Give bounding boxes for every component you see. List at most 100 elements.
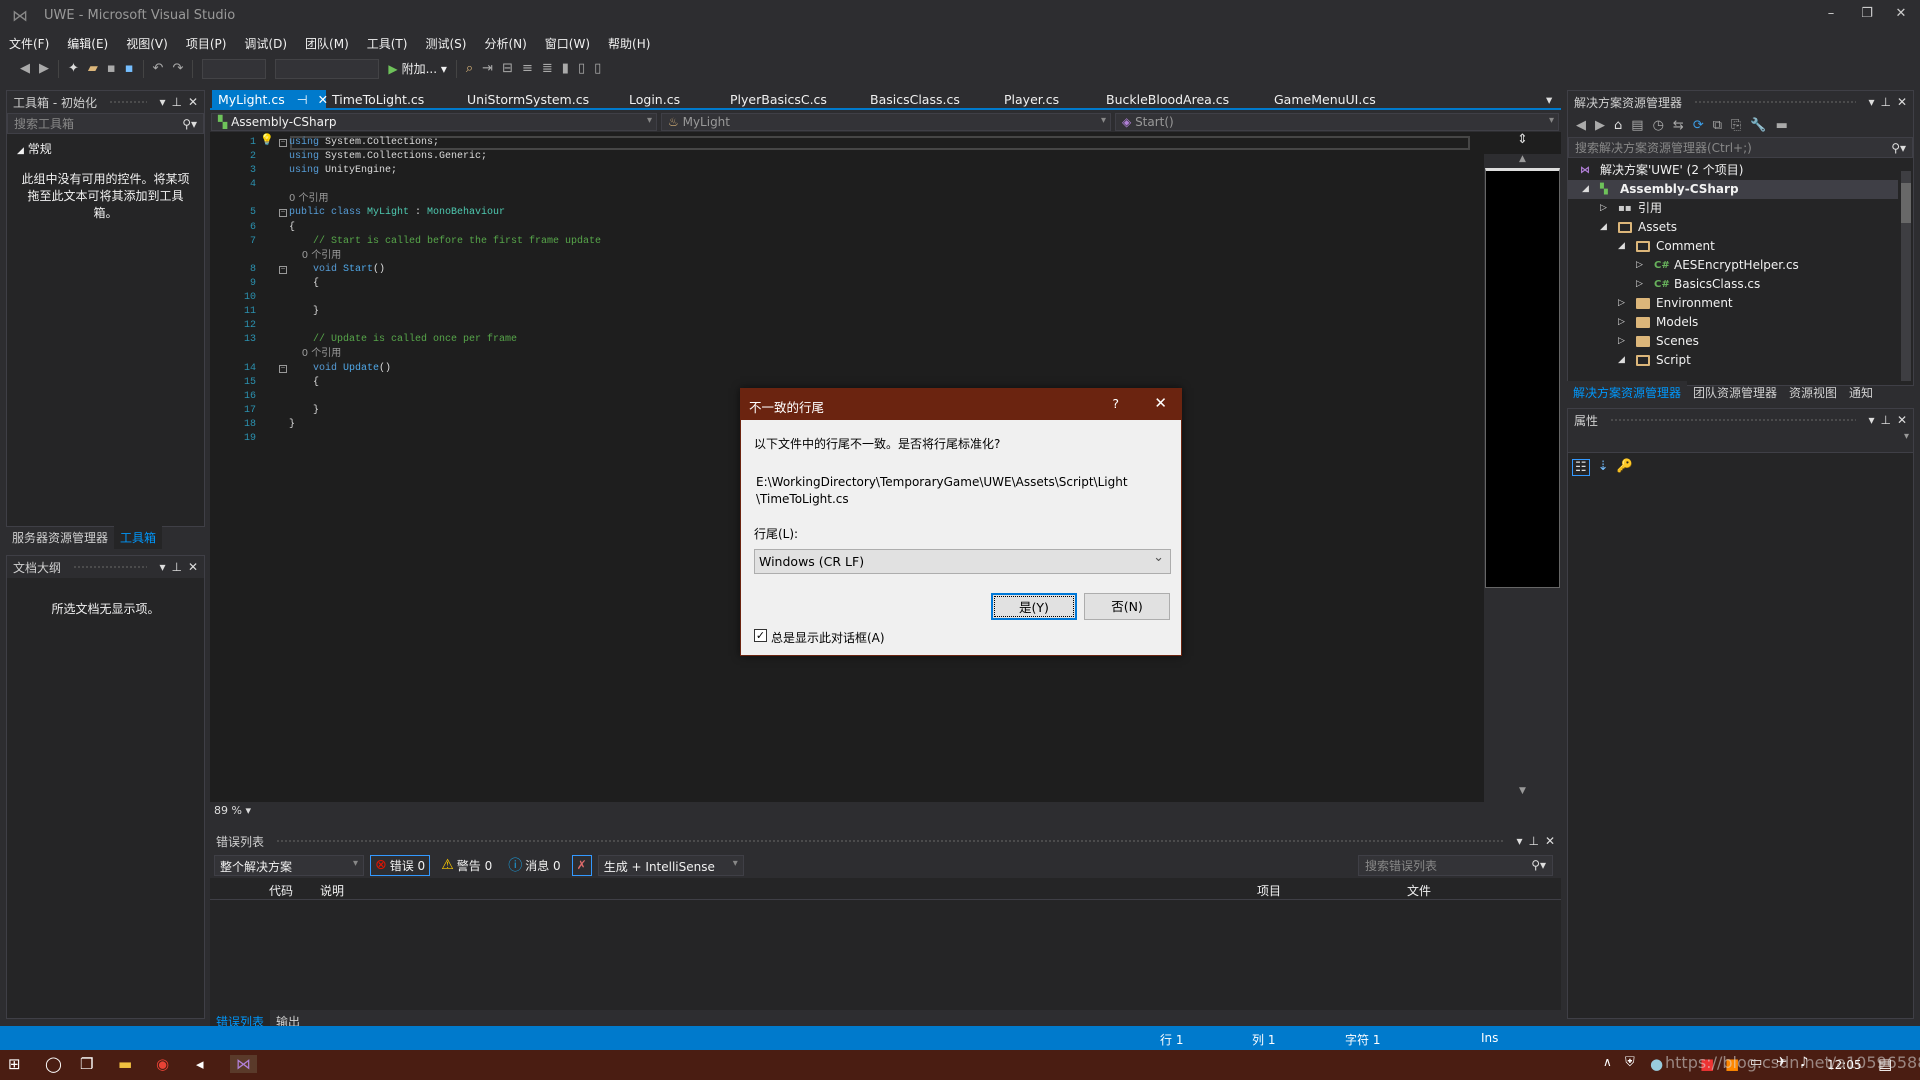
tree-item[interactable]: ▷ ▪▪ 引用 [1568, 199, 1898, 218]
tab-login[interactable]: Login.cs [623, 90, 686, 110]
cortana-icon[interactable]: ◯ [45, 1055, 62, 1073]
column-description[interactable]: 说明 [320, 882, 344, 899]
expand-arrow-icon[interactable]: ▷ [1618, 313, 1625, 332]
home-icon[interactable]: ⌂ [1614, 118, 1622, 133]
reference-count[interactable]: 0 个引用 [289, 193, 329, 204]
reference-count[interactable]: 0 个引用 [289, 348, 342, 359]
solution-search-input[interactable]: 搜索解决方案资源管理器(Ctrl+;) ⚲▾ [1568, 137, 1913, 158]
always-show-checkbox[interactable]: ✓ [754, 629, 767, 642]
collapse-arrow-icon[interactable]: ◢ [1582, 180, 1589, 199]
back-icon[interactable]: ◀ [1576, 118, 1586, 133]
dropdown-icon[interactable]: ▾ [1868, 95, 1874, 109]
next-bookmark-icon[interactable]: ▯ [594, 61, 601, 76]
open-file-icon[interactable]: ▰ [88, 61, 98, 76]
expand-arrow-icon[interactable]: ▷ [1600, 199, 1607, 218]
close-icon[interactable]: ✕ [1897, 413, 1907, 427]
tab-basicsclass[interactable]: BasicsClass.cs [864, 90, 966, 110]
warnings-filter-button[interactable]: ⚠ 警告 0 [436, 855, 497, 876]
tree-item[interactable]: ▷ Environment [1568, 294, 1898, 313]
no-button[interactable]: 否(N) [1084, 593, 1170, 620]
tree-item[interactable]: ◢ Assets [1568, 218, 1898, 237]
save-icon[interactable]: ▪ [107, 61, 116, 76]
tab-solution-explorer[interactable]: 解决方案资源管理器 [1567, 381, 1688, 404]
alphabetical-icon[interactable]: ⇣ [1598, 459, 1609, 476]
scrollbar-thumb[interactable] [1901, 183, 1911, 223]
dropdown-icon[interactable]: ▾ [159, 560, 165, 574]
pin-icon[interactable]: ⊥ [1880, 413, 1890, 427]
tab-mylight[interactable]: MyLight.cs ⊣ ✕ [212, 90, 328, 110]
menu-help[interactable]: 帮助(H) [599, 31, 659, 54]
back-icon[interactable]: ◀ [20, 61, 30, 76]
menu-tools[interactable]: 工具(T) [358, 31, 417, 54]
build-filter-dropdown[interactable]: 生成 + IntelliSense [597, 854, 744, 876]
expand-arrow-icon[interactable]: ▷ [1618, 332, 1625, 351]
menu-project[interactable]: 项目(P) [177, 31, 236, 54]
menu-test[interactable]: 测试(S) [416, 31, 475, 54]
refresh-icon[interactable]: ⟳ [1693, 118, 1704, 133]
fold-toggle-icon[interactable]: − [279, 265, 287, 274]
dropdown-icon[interactable]: ▾ [1868, 413, 1874, 427]
fold-toggle-icon[interactable]: − [279, 139, 287, 147]
close-icon[interactable]: ✕ [1897, 95, 1907, 109]
help-button[interactable]: ? [1112, 396, 1119, 411]
dialog-close-button[interactable]: ✕ [1154, 394, 1167, 412]
tab-gamemenuui[interactable]: GameMenuUI.cs [1268, 90, 1382, 110]
solution-configuration-combo[interactable] [202, 58, 267, 79]
tree-item[interactable]: ▷ Models [1568, 313, 1898, 332]
tree-item[interactable]: ◢ Comment [1568, 237, 1898, 256]
menu-team[interactable]: 团队(M) [296, 31, 358, 54]
close-icon[interactable]: ✕ [188, 95, 198, 109]
minimize-button[interactable]: – [1816, 6, 1846, 21]
cloud-tray-icon[interactable]: ● [1650, 1055, 1663, 1073]
line-ending-select[interactable]: Windows (CR LF) [754, 549, 1171, 574]
windows-start-icon[interactable]: ⊞ [8, 1055, 21, 1073]
expand-arrow-icon[interactable]: ▷ [1636, 256, 1643, 275]
collapse-arrow-icon[interactable]: ◢ [1618, 351, 1625, 370]
column-file[interactable]: 文件 [1407, 882, 1431, 899]
lightbulb-icon[interactable]: 💡 [260, 133, 274, 146]
breakpoint-icon[interactable]: ⊟ [502, 61, 513, 76]
prev-bookmark-icon[interactable]: ▯ [578, 61, 585, 76]
expand-arrow-icon[interactable]: ▷ [1618, 294, 1625, 313]
fold-toggle-icon[interactable]: − [279, 364, 287, 373]
chrome-icon[interactable]: ◉ [156, 1055, 169, 1073]
tree-item[interactable]: ⋈ 解决方案'UWE' (2 个项目) [1568, 161, 1898, 180]
errors-filter-button[interactable]: ⊗ 错误 0 [370, 854, 431, 876]
file-explorer-icon[interactable]: ▬ [118, 1055, 132, 1073]
tab-player[interactable]: Player.cs [998, 90, 1065, 110]
tree-item[interactable]: ▷ C# BasicsClass.cs [1568, 275, 1898, 294]
attach-button[interactable]: ▶ 附加... ▾ [388, 60, 447, 77]
menu-file[interactable]: 文件(F) [0, 31, 58, 54]
messages-filter-button[interactable]: ⓘ 消息 0 [503, 855, 565, 876]
search-icon[interactable]: ⚲▾ [1531, 858, 1546, 872]
tree-item[interactable]: ◢ Script [1568, 351, 1898, 370]
audio-app-icon[interactable]: ◂ [196, 1055, 204, 1073]
search-icon[interactable]: ⚲▾ [182, 117, 197, 131]
tree-item[interactable]: ▷ C# AESEncryptHelper.cs [1568, 256, 1898, 275]
reference-count[interactable]: 0 个引用 [289, 250, 342, 261]
collapse-arrow-icon[interactable]: ◢ [1600, 218, 1607, 237]
scroll-up-icon[interactable]: ▲ [1484, 154, 1561, 164]
error-search-input[interactable]: 搜索错误列表 ⚲▾ [1358, 854, 1553, 876]
switch-views-icon[interactable]: ▤ [1631, 118, 1643, 133]
tab-notifications[interactable]: 通知 [1843, 381, 1879, 404]
save-all-icon[interactable]: ▪ [125, 61, 134, 76]
menu-view[interactable]: 视图(V) [117, 31, 177, 54]
split-window-icon[interactable]: ⇕ [1484, 132, 1561, 154]
column-project[interactable]: 项目 [1257, 882, 1281, 899]
restore-button[interactable]: ❐ [1852, 6, 1882, 21]
menu-edit[interactable]: 编辑(E) [58, 31, 117, 54]
toolbox-search-input[interactable]: 搜索工具箱 ⚲▾ [7, 113, 204, 134]
visual-studio-taskbar-icon[interactable]: ⋈ [230, 1055, 257, 1073]
tab-team-explorer[interactable]: 团队资源管理器 [1687, 381, 1783, 404]
always-show-label[interactable]: 总是显示此对话框(A) [771, 629, 885, 646]
close-window-button[interactable]: ✕ [1886, 6, 1916, 21]
show-all-files-icon[interactable]: ⎘ [1731, 118, 1741, 133]
yes-button[interactable]: 是(Y) [991, 593, 1077, 620]
tree-item[interactable]: ▷ Scenes [1568, 332, 1898, 351]
pending-changes-icon[interactable]: ◷ [1653, 118, 1664, 133]
project-dropdown[interactable]: ▚ Assembly-CSharp [211, 113, 657, 131]
step-into-icon[interactable]: ⇥ [482, 61, 493, 76]
tab-unistormsystem[interactable]: UniStormSystem.cs [461, 90, 595, 110]
properties-icon[interactable]: 🔧 [1750, 118, 1766, 133]
